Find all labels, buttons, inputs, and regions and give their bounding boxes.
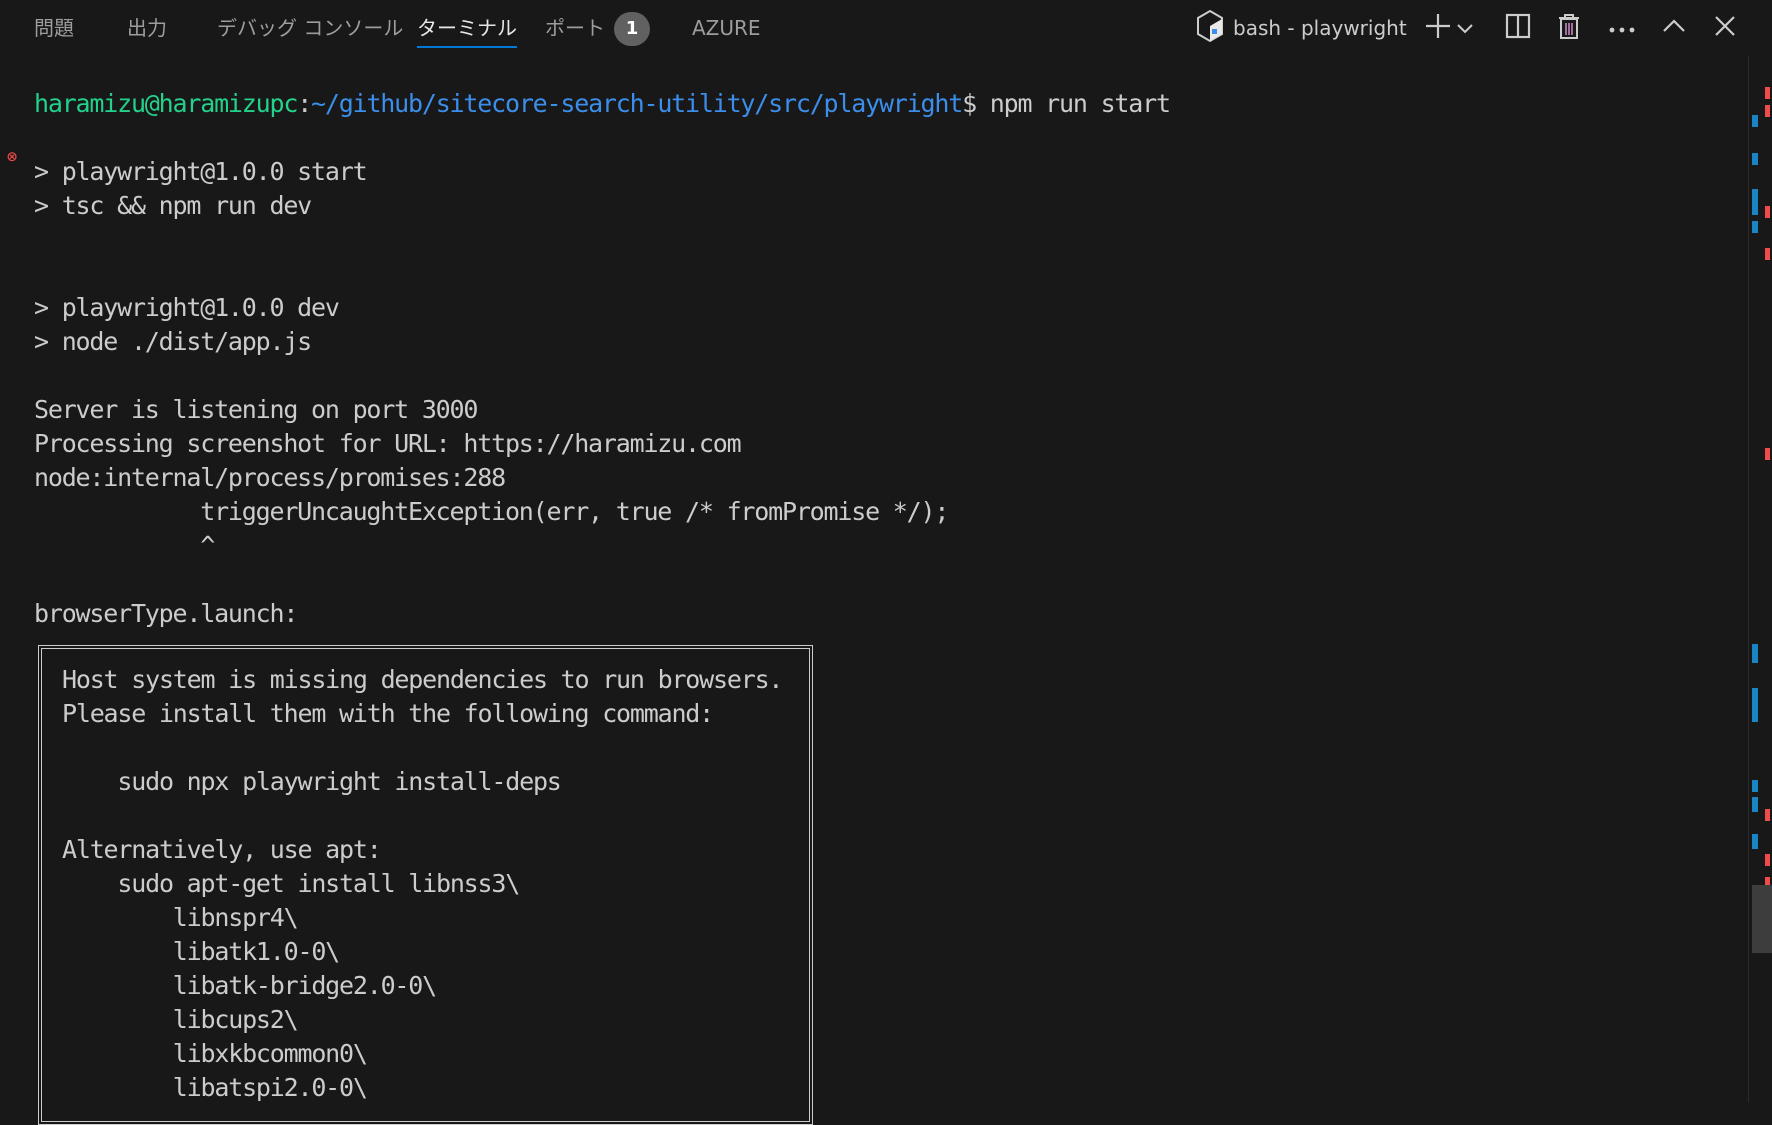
output-line: > playwright@1.0.0 start <box>34 157 368 186</box>
prompt-symbol: $ <box>962 89 977 118</box>
output-line: > node ./dist/app.js <box>34 327 312 356</box>
error-marker <box>1765 854 1770 866</box>
command-marker <box>1752 797 1758 812</box>
terminal-profile-icon <box>1195 9 1225 48</box>
prompt-separator: : <box>297 89 312 118</box>
kill-terminal-button[interactable] <box>1551 10 1587 46</box>
close-icon <box>1714 15 1736 41</box>
tab-azure[interactable]: AZURE <box>692 0 761 56</box>
prompt-command: npm run start <box>975 89 1171 118</box>
prompt-user-host: haramizu@haramizupc <box>34 89 298 118</box>
split-terminal-icon <box>1504 12 1532 44</box>
more-actions-button[interactable] <box>1604 10 1640 46</box>
error-marker <box>1765 248 1770 260</box>
chevron-up-icon <box>1662 18 1686 38</box>
terminal-selector[interactable]: bash - playwright <box>1195 0 1407 56</box>
box-line: Alternatively, use apt: <box>62 835 382 864</box>
error-marker <box>1765 809 1770 821</box>
error-marker <box>1765 105 1770 117</box>
output-line: Processing screenshot for URL: https://h… <box>34 429 742 458</box>
box-line: libatspi2.0-0\ <box>62 1073 368 1102</box>
error-marker <box>1765 87 1770 99</box>
tab-terminal[interactable]: ターミナル <box>417 0 517 56</box>
trash-icon <box>1556 12 1582 44</box>
close-panel-button[interactable] <box>1707 10 1743 46</box>
chevron-down-icon <box>1456 19 1474 38</box>
box-line: Please install them with the following c… <box>62 699 714 728</box>
output-line: triggerUncaughtException(err, true /* fr… <box>34 497 949 526</box>
box-line: Host system is missing dependencies to r… <box>62 665 783 694</box>
tab-problems[interactable]: 問題 <box>34 0 74 56</box>
error-message-box: Host system is missing dependencies to r… <box>38 645 813 1125</box>
new-terminal-button[interactable] <box>1420 10 1456 46</box>
box-line: libatk1.0-0\ <box>62 937 340 966</box>
output-line: node:internal/process/promises:288 <box>34 463 506 492</box>
box-line: libxkbcommon0\ <box>62 1039 368 1068</box>
output-line: Server is listening on port 3000 <box>34 395 478 424</box>
command-marker <box>1752 834 1758 849</box>
prompt-cwd: ~/github/sitecore-search-utility/src/pla… <box>311 89 963 118</box>
maximize-panel-button[interactable] <box>1656 10 1692 46</box>
command-marker <box>1752 153 1758 165</box>
scrollbar-thumb[interactable] <box>1752 885 1772 953</box>
terminal-scrollbar[interactable] <box>1748 56 1772 1102</box>
output-line: ^ <box>34 531 215 560</box>
ellipsis-icon <box>1608 19 1636 38</box>
box-line: libnspr4\ <box>62 903 299 932</box>
box-line: sudo apt-get install libnss3\ <box>62 869 520 898</box>
split-terminal-button[interactable] <box>1500 10 1536 46</box>
prompt-line: haramizu@haramizupc:~/github/sitecore-se… <box>34 87 1171 121</box>
launch-profile-button[interactable] <box>1453 10 1477 46</box>
command-marker <box>1752 115 1758 127</box>
error-circle-icon: ⊗ <box>7 147 18 167</box>
box-line: libatk-bridge2.0-0\ <box>62 971 437 1000</box>
command-marker <box>1752 644 1758 663</box>
tab-debug-console[interactable]: デバッグ コンソール <box>217 0 403 56</box>
tab-ports[interactable]: ポート <box>545 0 605 56</box>
command-marker <box>1752 221 1758 233</box>
plus-icon <box>1424 12 1452 44</box>
command-marker <box>1752 189 1758 215</box>
panel-tab-bar: 問題 出力 デバッグ コンソール ターミナル ポート 1 AZURE bash … <box>0 0 1772 56</box>
command-marker <box>1752 688 1758 722</box>
terminal-name: bash - playwright <box>1233 16 1407 40</box>
error-marker <box>1765 206 1770 218</box>
output-line: > tsc && npm run dev <box>34 191 312 220</box>
error-marker <box>1765 448 1770 460</box>
output-line: > playwright@1.0.0 dev <box>34 293 340 322</box>
output-line: browserType.launch: <box>34 599 298 628</box>
box-line: sudo npx playwright install-deps <box>62 767 561 796</box>
command-marker <box>1752 780 1758 792</box>
ports-count-badge: 1 <box>614 12 650 46</box>
tab-output[interactable]: 出力 <box>127 0 167 56</box>
box-line: libcups2\ <box>62 1005 299 1034</box>
